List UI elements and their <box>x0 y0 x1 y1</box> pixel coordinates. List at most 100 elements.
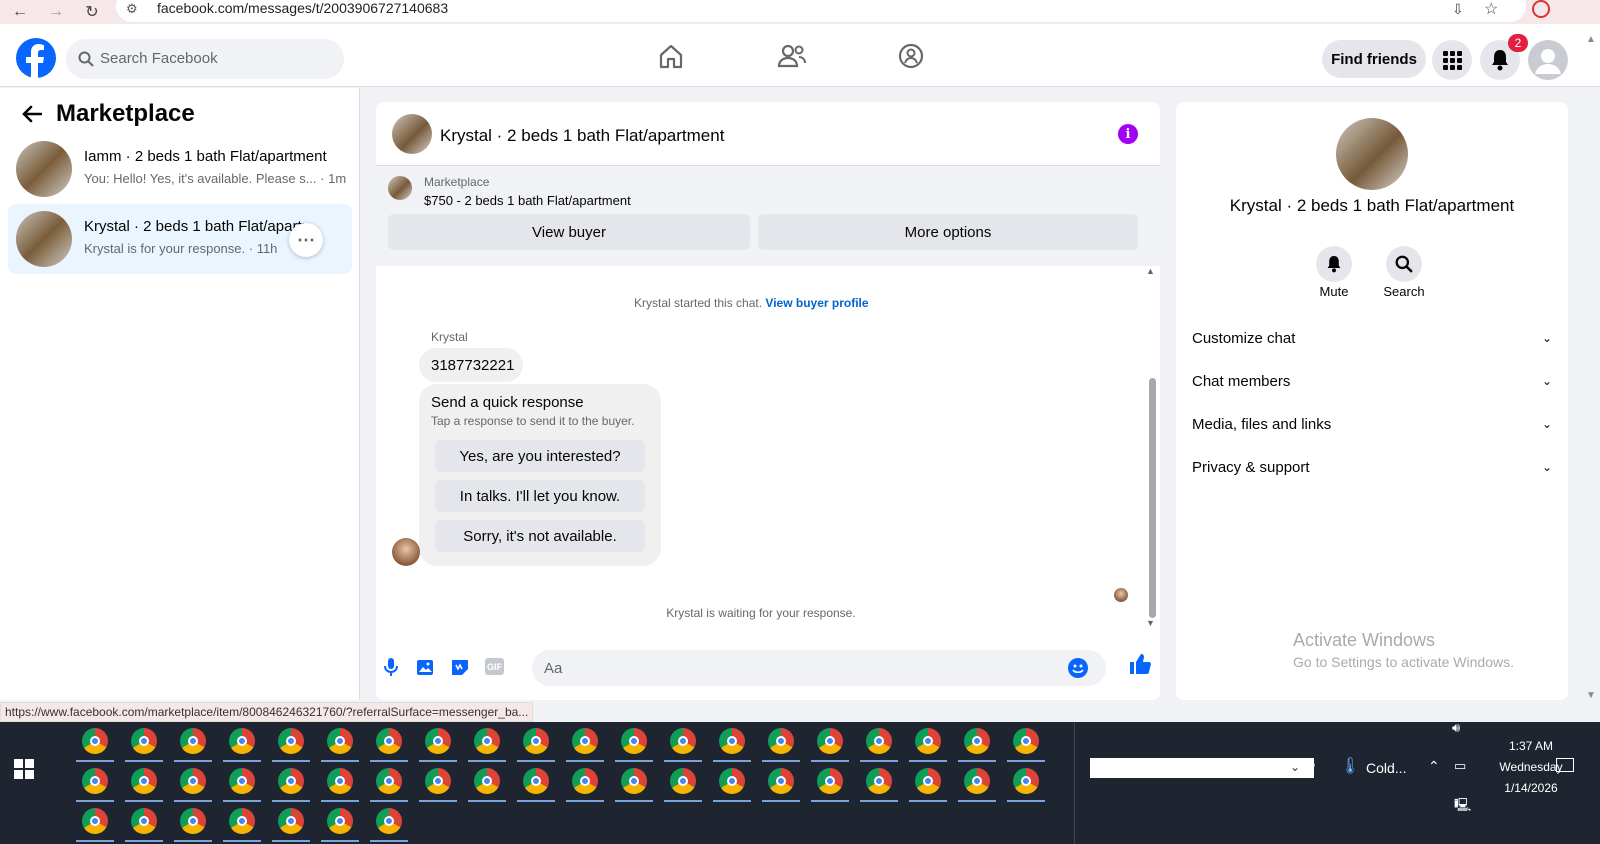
volume-icon[interactable]: 🔊︎ <box>1452 720 1460 736</box>
account-avatar[interactable] <box>1528 40 1568 80</box>
chrome-taskbar-icon[interactable] <box>719 728 745 754</box>
chrome-taskbar-icon[interactable] <box>768 768 794 794</box>
chrome-taskbar-icon[interactable] <box>376 728 402 754</box>
scroll-up-arrow-icon[interactable]: ▲ <box>1146 266 1155 276</box>
chrome-taskbar-icon[interactable] <box>474 728 500 754</box>
chrome-taskbar-icon[interactable] <box>278 808 304 834</box>
chrome-taskbar-icon[interactable] <box>82 768 108 794</box>
chrome-taskbar-icon[interactable] <box>327 728 353 754</box>
conversation-item[interactable]: Iamm · 2 beds 1 bath Flat/apartment You:… <box>8 134 352 204</box>
scrollbar-thumb[interactable] <box>1149 378 1156 618</box>
more-options-dots-icon[interactable]: ⋯ <box>289 223 323 257</box>
quick-response-option[interactable]: Yes, are you interested? <box>435 440 645 472</box>
sticker-icon[interactable] <box>450 657 470 677</box>
chrome-taskbar-icon[interactable] <box>82 728 108 754</box>
chrome-taskbar-icon[interactable] <box>180 768 206 794</box>
menu-grid-icon[interactable] <box>1432 40 1472 80</box>
chrome-taskbar-icon[interactable] <box>229 728 255 754</box>
chrome-taskbar-icon[interactable] <box>964 728 990 754</box>
chrome-taskbar-icon[interactable] <box>572 768 598 794</box>
emoji-icon[interactable] <box>1068 658 1088 678</box>
page-scroll-down-icon[interactable]: ▼ <box>1586 690 1596 701</box>
chrome-taskbar-icon[interactable] <box>131 768 157 794</box>
chrome-taskbar-icon[interactable] <box>621 768 647 794</box>
find-friends-button[interactable]: Find friends <box>1322 40 1426 78</box>
chrome-taskbar-icon[interactable] <box>1013 768 1039 794</box>
groups-icon[interactable] <box>897 42 929 74</box>
chrome-taskbar-icon[interactable] <box>1013 728 1039 754</box>
refresh-icon[interactable]: ↻ <box>1305 758 1316 774</box>
meet-now-icon[interactable]: ▭ <box>1454 758 1466 774</box>
reload-icon[interactable]: ↻ <box>80 0 104 24</box>
scroll-down-arrow-icon[interactable]: ▼ <box>1146 618 1155 628</box>
chrome-taskbar-icon[interactable] <box>621 728 647 754</box>
view-buyer-button[interactable]: View buyer <box>388 214 750 250</box>
chrome-taskbar-icon[interactable] <box>817 768 843 794</box>
chrome-taskbar-icon[interactable] <box>229 768 255 794</box>
info-icon[interactable]: i <box>1118 124 1138 144</box>
view-buyer-profile-link[interactable]: View buyer profile <box>765 296 868 310</box>
mute-bell-icon[interactable] <box>1316 246 1352 282</box>
forward-icon[interactable]: → <box>44 0 68 24</box>
bookmark-star-icon[interactable]: ☆ <box>1484 0 1498 19</box>
gif-icon[interactable]: GIF <box>485 658 504 675</box>
chrome-taskbar-icon[interactable] <box>866 768 892 794</box>
url-text[interactable]: facebook.com/messages/t/2003906727140683 <box>157 0 448 16</box>
message-input[interactable]: Aa <box>532 650 1106 686</box>
chat-members-row[interactable]: Chat members ⌄ <box>1192 361 1552 401</box>
chrome-taskbar-icon[interactable] <box>523 728 549 754</box>
windows-start-icon[interactable] <box>14 759 34 779</box>
chrome-taskbar-icon[interactable] <box>474 768 500 794</box>
chat-profile-image[interactable] <box>1336 118 1408 190</box>
chrome-taskbar-icon[interactable] <box>670 768 696 794</box>
chrome-taskbar-icon[interactable] <box>719 768 745 794</box>
chrome-taskbar-icon[interactable] <box>817 728 843 754</box>
page-scroll-up-icon[interactable]: ▲ <box>1586 34 1596 45</box>
action-center-icon[interactable] <box>1556 758 1574 772</box>
chat-title[interactable]: Krystal · 2 beds 1 bath Flat/apartment <box>440 126 724 146</box>
home-icon[interactable] <box>657 42 689 74</box>
chrome-taskbar-icon[interactable] <box>915 728 941 754</box>
chrome-taskbar-icon[interactable] <box>425 728 451 754</box>
quick-response-option[interactable]: Sorry, it's not available. <box>435 520 645 552</box>
site-info-icon[interactable]: ⚙ <box>126 1 138 17</box>
customize-chat-row[interactable]: Customize chat ⌄ <box>1192 318 1552 358</box>
search-input[interactable]: Search Facebook <box>66 39 344 79</box>
chrome-taskbar-icon[interactable] <box>278 768 304 794</box>
taskbar-address-input[interactable] <box>1090 758 1314 778</box>
media-files-links-row[interactable]: Media, files and links ⌄ <box>1192 404 1552 444</box>
chrome-taskbar-icon[interactable] <box>376 808 402 834</box>
tray-chevron-up-icon[interactable]: ⌃ <box>1428 758 1440 775</box>
profile-icon[interactable] <box>1532 0 1550 18</box>
search-icon[interactable] <box>1386 246 1422 282</box>
chrome-taskbar-icon[interactable] <box>523 768 549 794</box>
chrome-taskbar-icon[interactable] <box>327 808 353 834</box>
chrome-taskbar-icon[interactable] <box>768 728 794 754</box>
install-icon[interactable]: ⇩ <box>1452 1 1464 18</box>
friends-icon[interactable] <box>777 42 809 74</box>
quick-response-option[interactable]: In talks. I'll let you know. <box>435 480 645 512</box>
facebook-logo-icon[interactable] <box>16 38 56 78</box>
chrome-taskbar-icon[interactable] <box>131 728 157 754</box>
like-thumbs-up-icon[interactable] <box>1128 652 1152 676</box>
chrome-taskbar-icon[interactable] <box>670 728 696 754</box>
chrome-taskbar-icon[interactable] <box>572 728 598 754</box>
message-bubble[interactable]: 3187732221 <box>419 348 523 382</box>
chrome-taskbar-icon[interactable] <box>866 728 892 754</box>
chrome-taskbar-icon[interactable] <box>82 808 108 834</box>
network-icon[interactable]: 🖳 <box>1454 796 1471 818</box>
chrome-taskbar-icon[interactable] <box>278 728 304 754</box>
clock-date[interactable]: 1/14/2026 <box>1476 781 1586 795</box>
more-options-button[interactable]: More options <box>758 214 1138 250</box>
photo-icon[interactable] <box>416 657 436 677</box>
sender-avatar[interactable] <box>392 538 420 566</box>
chrome-taskbar-icon[interactable] <box>180 808 206 834</box>
chat-avatar[interactable] <box>392 114 432 154</box>
microphone-icon[interactable] <box>384 657 398 677</box>
chrome-taskbar-icon[interactable] <box>229 808 255 834</box>
chrome-taskbar-icon[interactable] <box>376 768 402 794</box>
clock-time[interactable]: 1:37 AM <box>1476 739 1586 753</box>
conversation-item-active[interactable]: Krystal · 2 beds 1 bath Flat/apartment K… <box>8 204 352 274</box>
chrome-taskbar-icon[interactable] <box>915 768 941 794</box>
chrome-taskbar-icon[interactable] <box>327 768 353 794</box>
